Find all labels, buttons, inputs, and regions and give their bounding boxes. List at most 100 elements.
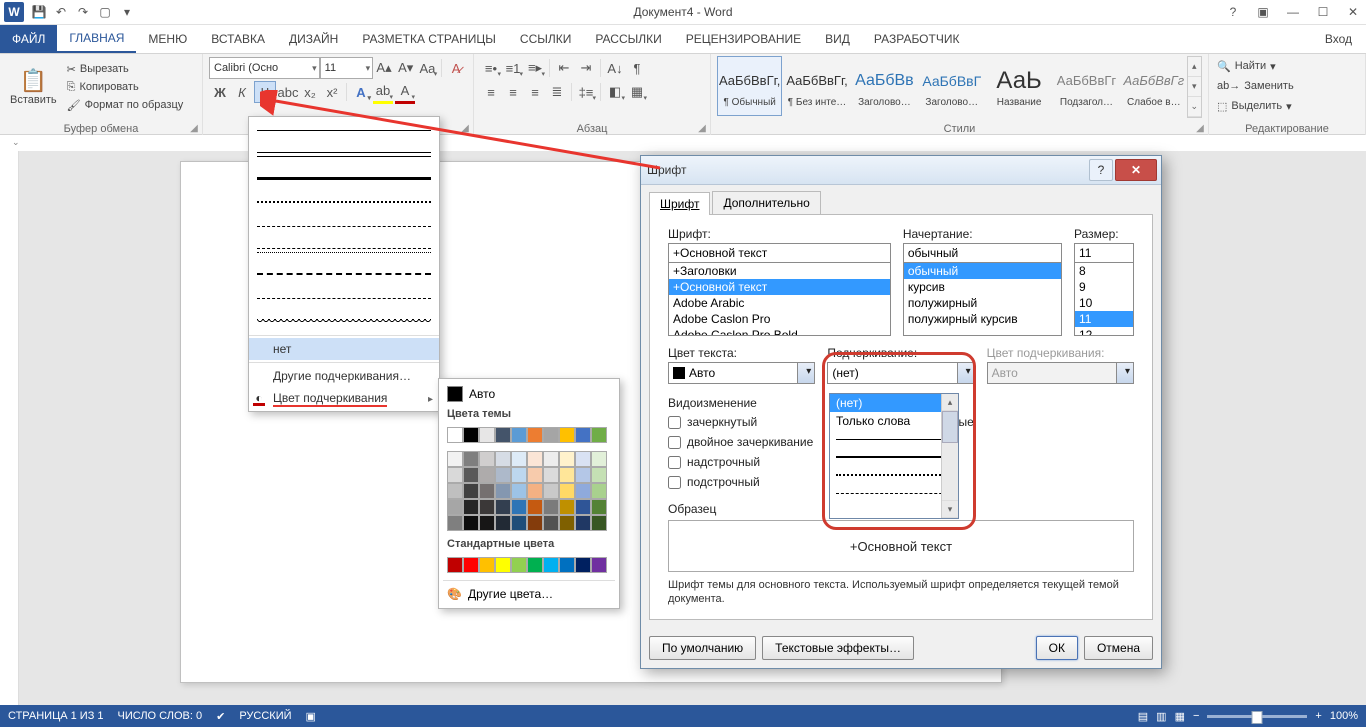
style-item[interactable]: АаБбВвЗаголово…	[852, 56, 917, 116]
underline-dash-long[interactable]	[257, 263, 431, 285]
eff-dblstrike[interactable]: двойное зачеркивание	[668, 432, 813, 452]
list-item[interactable]: полужирный курсив	[904, 311, 1061, 327]
style-list[interactable]: обычныйкурсивполужирныйполужирный курсив	[903, 262, 1062, 336]
decrease-indent-icon[interactable]: ⇤	[554, 58, 574, 78]
color-swatch[interactable]	[591, 499, 607, 515]
color-swatch[interactable]	[447, 427, 463, 443]
shrink-font-icon[interactable]: A▾	[396, 58, 416, 78]
color-swatch[interactable]	[463, 451, 479, 467]
color-swatch[interactable]	[543, 515, 559, 531]
standard-color-row[interactable]	[443, 553, 615, 577]
color-swatch[interactable]	[591, 515, 607, 531]
color-swatch[interactable]	[511, 467, 527, 483]
sort-icon[interactable]: A↓	[605, 58, 625, 78]
ribbon-display-icon[interactable]: ▣	[1252, 2, 1274, 22]
tab-review[interactable]: РЕЦЕНЗИРОВАНИЕ	[674, 25, 813, 53]
sign-in-link[interactable]: Вход	[1311, 25, 1366, 53]
color-swatch[interactable]	[479, 427, 495, 443]
styles-gallery[interactable]: АаБбВвГг,¶ ОбычныйАаБбВвГг,¶ Без инте…Аа…	[717, 56, 1187, 116]
color-swatch[interactable]	[575, 515, 591, 531]
underline-thick[interactable]	[257, 167, 431, 189]
color-swatch[interactable]	[463, 467, 479, 483]
underline-icon[interactable]: Ч	[254, 81, 276, 103]
tab-developer[interactable]: РАЗРАБОТЧИК	[862, 25, 972, 53]
tab-home[interactable]: ГЛАВНАЯ	[57, 25, 136, 53]
size-input[interactable]: 11	[1074, 243, 1134, 263]
underline-combo[interactable]: (нет)	[827, 362, 974, 384]
status-lang[interactable]: РУССКИЙ	[239, 710, 291, 722]
color-swatch[interactable]	[591, 557, 607, 573]
text-effects-button[interactable]: Текстовые эффекты…	[762, 636, 914, 660]
italic-icon[interactable]: К	[232, 82, 252, 102]
change-case-icon[interactable]: Aa	[418, 58, 438, 78]
paragraph-dialog-launcher[interactable]: ◢	[696, 122, 708, 134]
cut-button[interactable]: ✂ Вырезать	[65, 60, 186, 78]
list-item[interactable]: обычный	[904, 263, 1061, 279]
color-swatch[interactable]	[575, 467, 591, 483]
style-input[interactable]: обычный	[903, 243, 1062, 263]
styles-scroll[interactable]: ▴▾⌄	[1187, 56, 1202, 118]
color-swatch[interactable]	[495, 515, 511, 531]
color-swatch[interactable]	[495, 557, 511, 573]
view-read-icon[interactable]: ▤	[1138, 710, 1148, 723]
color-swatch[interactable]	[543, 467, 559, 483]
font-name-combo[interactable]: Calibri (Осно	[209, 57, 320, 79]
color-swatch[interactable]	[511, 557, 527, 573]
color-swatch[interactable]	[527, 515, 543, 531]
color-swatch[interactable]	[527, 451, 543, 467]
color-swatch[interactable]	[511, 515, 527, 531]
highlight-icon[interactable]: ab	[373, 81, 393, 104]
zoom-slider[interactable]	[1207, 715, 1307, 718]
tab-design[interactable]: ДИЗАЙН	[277, 25, 350, 53]
replace-button[interactable]: ab→ Заменить	[1215, 76, 1359, 96]
shading-icon[interactable]: ◧	[605, 82, 625, 102]
style-item[interactable]: АаЬНазвание	[986, 56, 1051, 116]
ul-opt-none[interactable]: (нет)	[830, 394, 958, 412]
list-item[interactable]: +Заголовки	[669, 263, 890, 279]
subscript-icon[interactable]: x₂	[300, 82, 320, 102]
color-swatch[interactable]	[463, 515, 479, 531]
color-swatch[interactable]	[575, 499, 591, 515]
dialog-tab-advanced[interactable]: Дополнительно	[712, 191, 820, 214]
color-swatch[interactable]	[479, 515, 495, 531]
color-swatch[interactable]	[511, 427, 527, 443]
save-icon[interactable]: 💾	[28, 1, 50, 23]
multilevel-icon[interactable]: ≡▸	[525, 58, 545, 78]
strike-icon[interactable]: abc	[278, 82, 298, 102]
ok-button[interactable]: ОК	[1036, 636, 1078, 660]
underline-dash-dot[interactable]	[257, 239, 431, 261]
list-item[interactable]: Adobe Arabic	[669, 295, 890, 311]
list-item[interactable]: Adobe Caslon Pro Bold	[669, 327, 890, 336]
underline-single[interactable]	[257, 119, 431, 141]
color-swatch[interactable]	[527, 467, 543, 483]
list-item[interactable]: 12	[1075, 327, 1133, 336]
underline-none[interactable]: нет	[249, 338, 439, 360]
dialog-tab-font[interactable]: Шрифт	[649, 192, 710, 215]
color-swatch[interactable]	[479, 557, 495, 573]
color-swatch[interactable]	[463, 427, 479, 443]
close-icon[interactable]: ✕	[1342, 2, 1364, 22]
color-swatch[interactable]	[591, 451, 607, 467]
theme-color-shades[interactable]	[443, 447, 615, 535]
eff-super[interactable]: надстрочный	[668, 452, 813, 472]
color-swatch[interactable]	[495, 499, 511, 515]
color-swatch[interactable]	[591, 467, 607, 483]
list-item[interactable]: 9	[1075, 279, 1133, 295]
list-item[interactable]: полужирный	[904, 295, 1061, 311]
align-left-icon[interactable]: ≡	[481, 82, 501, 102]
eff-strike[interactable]: зачеркнутый	[668, 412, 813, 432]
tab-layout[interactable]: РАЗМЕТКА СТРАНИЦЫ	[350, 25, 508, 53]
cancel-button[interactable]: Отмена	[1084, 636, 1153, 660]
status-words[interactable]: ЧИСЛО СЛОВ: 0	[118, 710, 203, 722]
underline-dash-dash[interactable]	[257, 287, 431, 309]
color-swatch[interactable]	[543, 427, 559, 443]
format-painter-button[interactable]: 🖌 Формат по образцу	[65, 96, 186, 114]
color-swatch[interactable]	[447, 557, 463, 573]
more-colors[interactable]: 🎨 Другие цвета…	[443, 584, 615, 604]
color-swatch[interactable]	[447, 515, 463, 531]
underline-wave[interactable]	[257, 311, 431, 333]
show-marks-icon[interactable]: ¶	[627, 58, 647, 78]
find-button[interactable]: 🔍 Найти ▾	[1215, 56, 1359, 76]
font-input[interactable]: +Основной текст	[668, 243, 891, 263]
color-swatch[interactable]	[543, 499, 559, 515]
